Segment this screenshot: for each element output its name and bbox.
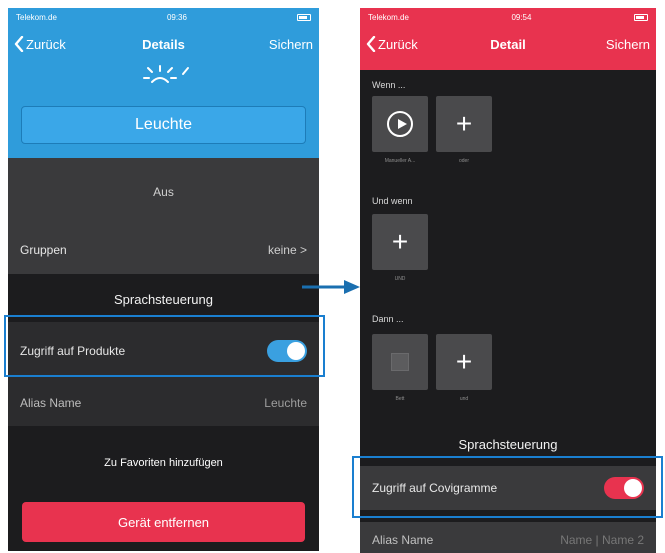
back-button[interactable]: Zurück	[14, 36, 66, 52]
status-bar: Telekom.de 09:54	[360, 8, 656, 26]
groups-label: Gruppen	[20, 243, 67, 257]
remove-device-button[interactable]: Gerät entfernen	[22, 502, 305, 542]
alias-value: Leuchte	[264, 396, 307, 410]
battery-icon	[633, 13, 648, 21]
tile-caption: Bett	[395, 396, 405, 402]
back-label: Zurück	[378, 36, 418, 52]
tile-caption: UND	[394, 276, 406, 282]
then-heading: Dann ...	[372, 314, 404, 324]
access-toggle-row: Zugriff auf Covigramme	[360, 466, 656, 510]
carrier-label: Telekom.de	[16, 12, 57, 22]
state-row[interactable]: Aus	[8, 158, 319, 226]
groups-value: keine >	[267, 243, 307, 257]
alias-row[interactable]: Alias Name Name | Name 2	[360, 522, 656, 553]
add-favorites-button[interactable]: Zu Favoriten hinzufügen	[8, 448, 319, 478]
add-condition-tile[interactable]: +	[372, 214, 428, 270]
plus-icon: +	[455, 108, 473, 139]
trigger-tile-manual[interactable]	[372, 96, 428, 152]
access-toggle-row: Zugriff auf Produkte	[8, 322, 319, 380]
voice-control-heading: Sprachsteuerung	[458, 436, 558, 452]
lamp-icon	[391, 353, 409, 371]
state-label: Aus	[153, 185, 174, 199]
access-toggle-switch[interactable]	[267, 340, 307, 362]
alias-value: Name | Name 2	[560, 533, 644, 547]
alias-label: Alias Name	[20, 396, 82, 410]
tile-caption: oder	[458, 158, 469, 164]
add-action-tile[interactable]: +	[436, 334, 492, 390]
access-toggle-switch[interactable]	[604, 477, 644, 499]
save-button[interactable]: Sichern	[269, 37, 313, 52]
access-toggle-label: Zugriff auf Covigramme	[372, 481, 498, 495]
chevron-left-icon	[14, 36, 24, 52]
back-button[interactable]: Zurück	[366, 36, 418, 52]
tile-caption: und	[459, 396, 469, 402]
action-tile-bed[interactable]	[372, 334, 428, 390]
voice-control-heading: Sprachsteuerung	[113, 291, 213, 307]
and-when-heading: Und wenn	[372, 196, 413, 206]
phone-screen-details: Telekom.de 09:36 Zurück Details Sichern …	[8, 8, 319, 551]
alias-row[interactable]: Alias Name Leuchte	[8, 380, 319, 426]
tile-caption: Manueller A...	[384, 158, 416, 164]
nav-bar: Zurück Detail Sichern	[360, 26, 656, 62]
chevron-right-icon: >	[299, 243, 307, 257]
carrier-label: Telekom.de	[368, 12, 409, 22]
plus-icon: +	[391, 226, 409, 257]
add-trigger-tile[interactable]: +	[436, 96, 492, 152]
time-label: 09:54	[511, 12, 532, 22]
phone-screen-detail: Telekom.de 09:54 Zurück Detail Sichern W…	[360, 8, 656, 553]
plus-icon: +	[455, 346, 473, 377]
alias-label: Alias Name	[372, 533, 434, 547]
lamp-name-button[interactable]: Leuchte	[21, 106, 306, 144]
transition-arrow-icon	[302, 280, 360, 294]
when-heading: Wenn ...	[372, 80, 406, 90]
back-label: Zurück	[26, 36, 66, 52]
chevron-left-icon	[366, 36, 376, 52]
toggle-knob	[624, 479, 642, 497]
battery-icon	[296, 13, 311, 21]
nav-bar: Zurück Details Sichern	[8, 26, 319, 62]
time-label: 09:36	[166, 12, 187, 22]
groups-row[interactable]: Gruppen keine >	[8, 226, 319, 274]
access-toggle-label: Zugriff auf Produkte	[20, 344, 126, 358]
lamp-sun-icon	[143, 65, 189, 83]
save-button[interactable]: Sichern	[606, 37, 650, 52]
play-circle-icon	[387, 111, 413, 137]
toggle-knob	[287, 342, 305, 360]
status-bar: Telekom.de 09:36	[8, 8, 319, 26]
